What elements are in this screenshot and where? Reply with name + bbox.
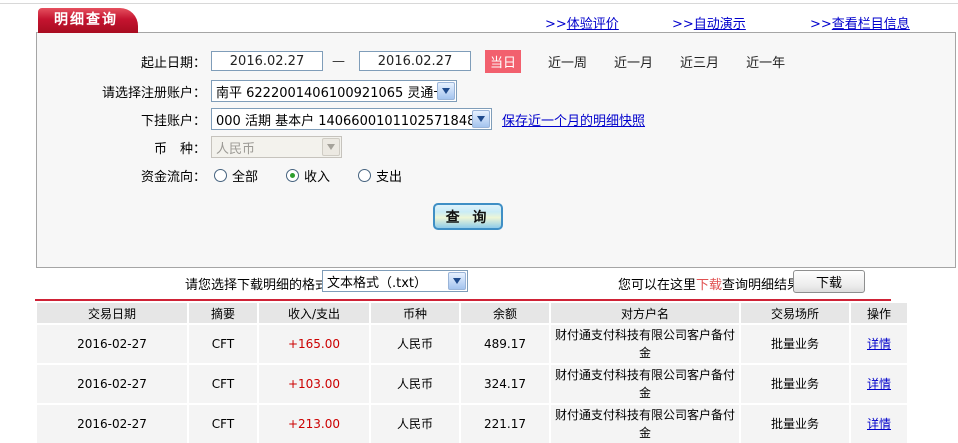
cell-amount: +213.00 — [259, 405, 369, 443]
cell-amount: +165.00 — [259, 325, 369, 363]
dropdown-arrow-icon — [437, 82, 455, 100]
download-hint: 您可以在这里下载查询明细结果 — [618, 274, 800, 293]
tab-detail-query[interactable]: 明细查询 — [38, 8, 138, 33]
cell-amount: +103.00 — [259, 365, 369, 403]
registered-account-value: 南平 6222001406100921065 灵通卡 — [216, 85, 437, 101]
cell-currency: 人民币 — [371, 325, 459, 363]
flow-option-income[interactable]: 收入 — [286, 166, 330, 185]
col-counterparty: 对方户名 — [551, 303, 739, 323]
flow-option-expense[interactable]: 支出 — [358, 166, 402, 185]
download-button[interactable]: 下载 — [793, 270, 865, 293]
cell-date: 2016-02-27 — [37, 325, 187, 363]
date-dash: — — [332, 53, 345, 69]
range-today[interactable]: 当日 — [485, 49, 522, 73]
download-format-select[interactable]: 文本格式（.txt） — [322, 270, 468, 292]
cell-currency: 人民币 — [371, 405, 459, 443]
registered-account-select[interactable]: 南平 6222001406100921065 灵通卡 — [211, 80, 457, 102]
col-place: 交易场所 — [741, 303, 849, 323]
cell-counterparty: 财付通支付科技有限公司客户备付金 — [551, 365, 739, 403]
sub-account-row: 下挂账户： 000 活期 基本户 1406600101102571848 保存近… — [37, 107, 645, 131]
col-currency: 币种 — [371, 303, 459, 323]
download-hint-prefix: 您可以在这里 — [618, 278, 697, 293]
results-table: 交易日期 摘要 收入/支出 币种 余额 对方户名 交易场所 操作 2016-02… — [35, 299, 909, 443]
flow-option-expense-label: 支出 — [376, 169, 403, 185]
cell-place: 批量业务 — [741, 365, 849, 403]
detail-link[interactable]: 详情 — [867, 337, 891, 351]
download-format-value: 文本格式（.txt） — [327, 275, 428, 291]
table-row: 2016-02-27 CFT +213.00 人民币 221.17 财付通支付科… — [37, 405, 907, 443]
link-auto-demo[interactable]: >>自动演示 — [672, 13, 746, 32]
currency-select: 人民币 — [211, 136, 342, 158]
cell-summary: CFT — [189, 365, 257, 403]
currency-row: 币 种： 人民币 — [37, 135, 342, 159]
dropdown-arrow-icon — [472, 110, 490, 128]
link-view-column-info[interactable]: >>查看栏目信息 — [810, 13, 910, 32]
col-summary: 摘要 — [189, 303, 257, 323]
col-date: 交易日期 — [37, 303, 187, 323]
cell-currency: 人民币 — [371, 365, 459, 403]
fund-flow-row: 资金流向： 全部 收入 支出 — [37, 163, 402, 187]
range-last-year[interactable]: 近一年 — [746, 52, 785, 71]
range-last-3-months[interactable]: 近三月 — [680, 52, 719, 71]
registered-account-row: 请选择注册账户： 南平 6222001406100921065 灵通卡 — [37, 79, 457, 103]
cell-date: 2016-02-27 — [37, 405, 187, 443]
link-arrows: >> — [672, 17, 694, 32]
cell-balance: 489.17 — [461, 325, 549, 363]
table-row: 2016-02-27 CFT +103.00 人民币 324.17 财付通支付科… — [37, 365, 907, 403]
cell-place: 批量业务 — [741, 405, 849, 443]
cell-balance: 221.17 — [461, 405, 549, 443]
flow-option-income-label: 收入 — [304, 169, 331, 185]
flow-option-all[interactable]: 全部 — [214, 166, 258, 185]
col-action: 操作 — [851, 303, 907, 323]
detail-link[interactable]: 详情 — [867, 417, 891, 431]
cell-balance: 324.17 — [461, 365, 549, 403]
range-last-week[interactable]: 近一周 — [548, 52, 587, 71]
date-range-label: 起止日期： — [140, 55, 206, 71]
top-divider — [0, 3, 958, 4]
cell-counterparty: 财付通支付科技有限公司客户备付金 — [551, 405, 739, 443]
date-from-input[interactable] — [211, 51, 323, 71]
cell-counterparty: 财付通支付科技有限公司客户备付金 — [551, 325, 739, 363]
dropdown-arrow-icon — [448, 272, 466, 290]
link-arrows: >> — [545, 17, 567, 32]
cell-date: 2016-02-27 — [37, 365, 187, 403]
date-range-row: 起止日期： — 当日 近一周 近一月 近三月 近一年 — [37, 49, 785, 73]
currency-value: 人民币 — [216, 141, 256, 157]
table-header-row: 交易日期 摘要 收入/支出 币种 余额 对方户名 交易场所 操作 — [37, 303, 907, 323]
query-form-panel: 起止日期： — 当日 近一周 近一月 近三月 近一年 请选择注册账户： 南平 6… — [36, 32, 956, 268]
sub-account-label: 下挂账户： — [140, 113, 206, 129]
col-balance: 余额 — [461, 303, 549, 323]
download-format-label: 请您选择下载明细的格式 — [185, 278, 329, 293]
detail-link[interactable]: 详情 — [867, 377, 891, 391]
radio-icon — [358, 168, 372, 182]
sub-account-select[interactable]: 000 活期 基本户 1406600101102571848 — [211, 108, 492, 130]
sub-account-value: 000 活期 基本户 1406600101102571848 — [216, 113, 472, 129]
date-to-input[interactable] — [359, 51, 471, 71]
table-row: 2016-02-27 CFT +165.00 人民币 489.17 财付通支付科… — [37, 325, 907, 363]
link-experience-review[interactable]: >>体验评价 — [545, 13, 619, 32]
tab-title: 明细查询 — [54, 12, 118, 28]
radio-selected-icon — [286, 168, 300, 182]
registered-account-label: 请选择注册账户： — [101, 85, 206, 101]
download-hint-red: 下载 — [696, 278, 723, 293]
cell-summary: CFT — [189, 405, 257, 443]
fund-flow-label: 资金流向： — [140, 169, 206, 185]
currency-label: 币 种： — [153, 141, 206, 157]
link-arrows: >> — [810, 17, 832, 32]
dropdown-arrow-icon — [322, 138, 340, 156]
query-button[interactable]: 查 询 — [433, 203, 503, 230]
download-hint-suffix: 查询明细结果 — [722, 278, 801, 293]
cell-summary: CFT — [189, 325, 257, 363]
save-snapshot-link[interactable]: 保存近一个月的明细快照 — [502, 110, 645, 129]
flow-option-all-label: 全部 — [232, 169, 259, 185]
radio-icon — [214, 168, 227, 182]
cell-place: 批量业务 — [741, 325, 849, 363]
col-amount: 收入/支出 — [259, 303, 369, 323]
range-last-month[interactable]: 近一月 — [614, 52, 653, 71]
